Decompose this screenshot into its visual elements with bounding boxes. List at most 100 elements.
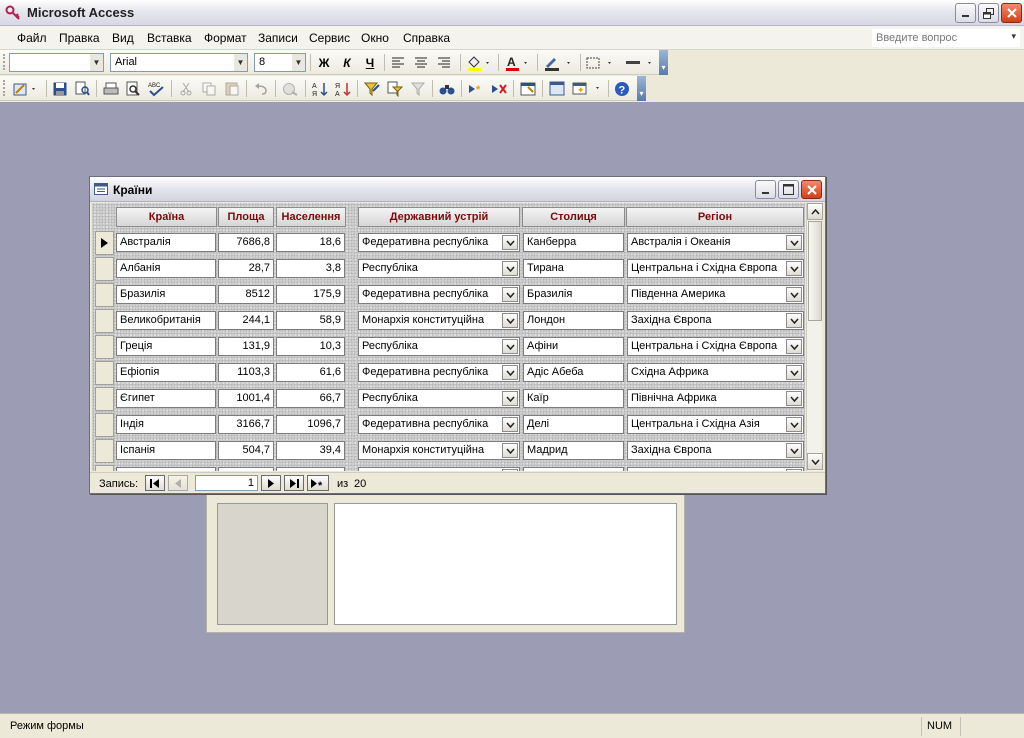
field-country[interactable]: Великобританія xyxy=(116,311,216,330)
align-left-button[interactable] xyxy=(388,53,408,72)
field-country[interactable]: Індія xyxy=(116,415,216,434)
combo-dropdown-button[interactable] xyxy=(502,469,518,471)
combo-dropdown-button[interactable] xyxy=(502,417,518,432)
record-selector[interactable] xyxy=(95,309,114,333)
combo-dropdown-button[interactable] xyxy=(502,365,518,380)
field-capital[interactable]: Каїр xyxy=(523,389,624,408)
field-country[interactable]: Греція xyxy=(116,337,216,356)
align-center-button[interactable] xyxy=(411,53,431,72)
close-button[interactable] xyxy=(1001,3,1022,23)
combo-dropdown-button[interactable] xyxy=(786,417,802,432)
field-country[interactable]: Албанія xyxy=(116,259,216,278)
border-style-button[interactable] xyxy=(584,53,616,72)
form-close-button[interactable] xyxy=(801,180,822,199)
last-record-button[interactable] xyxy=(284,475,304,491)
print-button[interactable] xyxy=(101,79,121,98)
field-capital[interactable]: Канберра xyxy=(523,233,624,252)
field-region[interactable] xyxy=(627,467,804,471)
scroll-down-button[interactable] xyxy=(807,453,823,470)
font-color-button[interactable]: A xyxy=(502,53,532,72)
align-right-button[interactable] xyxy=(434,53,454,72)
field-population[interactable]: 66,7 xyxy=(276,389,345,408)
menu-insert[interactable]: Вставка xyxy=(147,31,192,45)
field-region[interactable]: Західна Європа xyxy=(627,441,804,460)
apply-filter-button[interactable] xyxy=(408,79,428,98)
field-area[interactable]: 1103,3 xyxy=(218,363,274,382)
next-record-button[interactable] xyxy=(261,475,281,491)
combo-dropdown-button[interactable] xyxy=(502,391,518,406)
record-selector[interactable] xyxy=(95,335,114,359)
field-government[interactable]: Федеративна республіка xyxy=(358,233,520,252)
filter-by-form-button[interactable] xyxy=(385,79,405,98)
record-selector[interactable] xyxy=(95,387,114,411)
field-area[interactable]: 7686,8 xyxy=(218,233,274,252)
save-button[interactable] xyxy=(50,79,70,98)
toolbar-options-icon[interactable]: ▾ xyxy=(659,50,668,75)
field-area[interactable]: 131,9 xyxy=(218,337,274,356)
previous-record-button[interactable] xyxy=(168,475,188,491)
menu-file[interactable]: Файл xyxy=(17,31,47,45)
help-button[interactable]: ? xyxy=(612,79,632,98)
field-government[interactable]: Республіка xyxy=(358,389,520,408)
undo-button[interactable] xyxy=(251,79,271,98)
field-country[interactable]: Австралія xyxy=(116,233,216,252)
field-country[interactable]: Єгипет xyxy=(116,389,216,408)
database-window-button[interactable] xyxy=(547,79,567,98)
cut-button[interactable] xyxy=(176,79,196,98)
combo-dropdown-button[interactable] xyxy=(786,261,802,276)
scroll-up-button[interactable] xyxy=(807,203,823,220)
field-government[interactable]: Монархія конституційна xyxy=(358,441,520,460)
paste-button[interactable] xyxy=(222,79,242,98)
combo-dropdown-button[interactable] xyxy=(786,365,802,380)
combo-dropdown-button[interactable] xyxy=(502,235,518,250)
field-government[interactable]: Федеративна республіка xyxy=(358,285,520,304)
field-capital[interactable]: Тирана xyxy=(523,259,624,278)
field-country[interactable]: Іспанія xyxy=(116,441,216,460)
form-maximize-button[interactable] xyxy=(778,180,799,199)
field-population[interactable]: 10,3 xyxy=(276,337,345,356)
field-capital[interactable]: Адіс Абеба xyxy=(523,363,624,382)
field-area[interactable]: 1001,4 xyxy=(218,389,274,408)
combo-dropdown-button[interactable] xyxy=(786,287,802,302)
combo-dropdown-button[interactable] xyxy=(502,443,518,458)
font-size-select[interactable]: 8 ▼ xyxy=(254,53,306,72)
help-question-box[interactable]: Введите вопрос ▾ xyxy=(872,29,1020,47)
field-region[interactable]: Австралія і Океанія xyxy=(627,233,804,252)
field-population[interactable]: 175,9 xyxy=(276,285,345,304)
combo-dropdown-button[interactable] xyxy=(786,391,802,406)
sort-descending-button[interactable]: ЯA xyxy=(333,79,353,98)
record-selector[interactable] xyxy=(95,465,114,471)
menu-tools[interactable]: Сервис xyxy=(309,31,350,45)
field-government[interactable]: Республіка xyxy=(358,259,520,278)
vertical-scrollbar[interactable] xyxy=(806,203,823,471)
menu-help[interactable]: Справка xyxy=(403,31,450,45)
combo-dropdown-button[interactable] xyxy=(786,469,802,471)
record-number-input[interactable]: 1 xyxy=(195,475,258,491)
field-capital[interactable]: Бразилія xyxy=(523,285,624,304)
record-selector[interactable] xyxy=(95,283,114,307)
restore-button[interactable] xyxy=(978,3,999,23)
copy-button[interactable] xyxy=(199,79,219,98)
new-object-button[interactable]: ✦ xyxy=(570,79,604,98)
combo-dropdown-button[interactable] xyxy=(786,443,802,458)
field-country[interactable] xyxy=(116,467,216,471)
scrollbar-thumb[interactable] xyxy=(808,221,822,321)
fill-color-button[interactable] xyxy=(464,53,494,72)
field-region[interactable]: Центральна і Східна Європа xyxy=(627,337,804,356)
new-record-nav-button[interactable]: * xyxy=(307,475,329,491)
menu-format[interactable]: Формат xyxy=(204,31,247,45)
new-record-button[interactable]: * xyxy=(466,79,486,98)
record-selector[interactable] xyxy=(95,231,114,255)
combo-dropdown-button[interactable] xyxy=(502,261,518,276)
font-name-select[interactable]: Arial ▼ xyxy=(110,53,248,72)
italic-button[interactable]: К xyxy=(337,53,357,72)
field-area[interactable]: 8512 xyxy=(218,285,274,304)
spelling-button[interactable]: ABC xyxy=(146,79,166,98)
find-button[interactable] xyxy=(437,79,457,98)
toolbar-options-icon[interactable]: ▾ xyxy=(637,76,646,101)
record-selector[interactable] xyxy=(95,439,114,463)
print-preview-button[interactable] xyxy=(123,79,143,98)
toolbar-grip[interactable] xyxy=(3,54,6,70)
minimize-button[interactable] xyxy=(955,3,976,23)
view-button[interactable] xyxy=(10,79,42,98)
